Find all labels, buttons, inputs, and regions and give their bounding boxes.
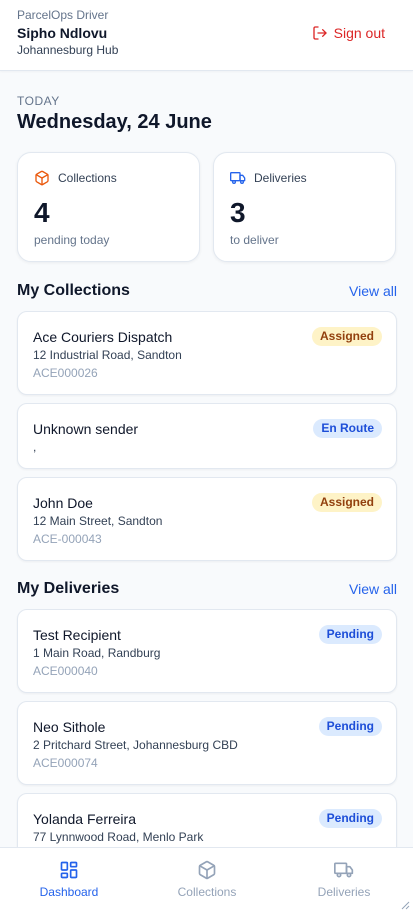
page-title: Wednesday, 24 June <box>17 111 212 133</box>
collection-card[interactable]: John Doe 12 Main Street, Sandton ACE-000… <box>17 477 397 561</box>
status-badge: Pending <box>318 625 382 644</box>
sender-name: Ace Couriers Dispatch <box>33 329 173 345</box>
tracking-ref: ACE000040 <box>33 664 98 678</box>
status-badge: En Route <box>313 419 382 438</box>
sender-name: John Doe <box>33 495 93 511</box>
sign-out-icon <box>312 26 327 40</box>
app-header: ParcelOps Driver Sipho Ndlovu Johannesbu… <box>0 0 413 71</box>
sign-out-button[interactable]: Sign out <box>312 25 385 41</box>
tab-collections[interactable]: Collections <box>138 848 276 913</box>
deliveries-stat-label: Deliveries <box>254 171 307 185</box>
tab-label: Dashboard <box>39 885 99 899</box>
collections-count: 4 <box>34 197 50 228</box>
box-icon <box>35 170 49 186</box>
grid-icon <box>60 861 78 879</box>
pickup-address: , <box>33 440 37 454</box>
pickup-address: 12 Industrial Road, Sandton <box>33 348 182 362</box>
resize-grip-icon[interactable] <box>400 900 410 910</box>
my-deliveries-heading: My Deliveries <box>17 580 120 597</box>
tab-label: Collections <box>177 885 237 899</box>
app-name: ParcelOps Driver <box>17 8 109 22</box>
my-collections-heading: My Collections <box>17 282 130 299</box>
sender-name: Unknown sender <box>33 421 139 437</box>
recipient-name: Test Recipient <box>33 627 121 643</box>
driver-name: Sipho Ndlovu <box>17 25 108 41</box>
truck-icon <box>230 172 246 184</box>
status-badge: Pending <box>318 717 382 736</box>
collection-card[interactable]: Ace Couriers Dispatch 12 Industrial Road… <box>17 311 397 395</box>
hub-name: Johannesburg Hub <box>17 43 119 57</box>
delivery-address: 77 Lynnwood Road, Menlo Park <box>33 830 204 844</box>
delivery-card[interactable]: Test Recipient 1 Main Road, Randburg ACE… <box>17 609 397 693</box>
truck-icon <box>334 862 354 878</box>
collections-stat-card: Collections 4 pending today <box>17 152 200 262</box>
tab-deliveries[interactable]: Deliveries <box>275 848 413 913</box>
status-badge: Assigned <box>311 493 382 512</box>
recipient-name: Neo Sithole <box>33 719 106 735</box>
collections-view-all-link[interactable]: View all <box>349 283 397 299</box>
bottom-tab-bar: Dashboard Collections Deliveries <box>0 847 413 913</box>
tracking-ref: ACE000074 <box>33 756 98 770</box>
today-label: TODAY <box>17 94 60 108</box>
tab-label: Deliveries <box>317 885 371 899</box>
delivery-card[interactable]: Neo Sithole 2 Pritchard Street, Johannes… <box>17 701 397 785</box>
collections-stat-label: Collections <box>58 171 117 185</box>
deliveries-stat-sub: to deliver <box>230 233 279 247</box>
delivery-address: 1 Main Road, Randburg <box>33 646 161 660</box>
tracking-ref: ACE-000043 <box>33 532 102 546</box>
deliveries-stat-card: Deliveries 3 to deliver <box>213 152 396 262</box>
status-badge: Pending <box>318 809 382 828</box>
delivery-card[interactable]: Yolanda Ferreira 77 Lynnwood Road, Menlo… <box>17 793 397 847</box>
dashboard-content[interactable]: TODAY Wednesday, 24 June Collections 4 p… <box>0 71 413 847</box>
deliveries-view-all-link[interactable]: View all <box>349 581 397 597</box>
tab-dashboard[interactable]: Dashboard <box>0 848 138 913</box>
deliveries-count: 3 <box>230 197 246 228</box>
status-badge: Assigned <box>311 327 382 346</box>
recipient-name: Yolanda Ferreira <box>33 811 136 827</box>
sign-out-label: Sign out <box>333 25 385 41</box>
delivery-address: 2 Pritchard Street, Johannesburg CBD <box>33 738 238 752</box>
box-icon <box>198 860 216 880</box>
pickup-address: 12 Main Street, Sandton <box>33 514 163 528</box>
collection-card[interactable]: Unknown sender , En Route <box>17 403 397 469</box>
tracking-ref: ACE000026 <box>33 366 98 380</box>
collections-stat-sub: pending today <box>34 233 110 247</box>
